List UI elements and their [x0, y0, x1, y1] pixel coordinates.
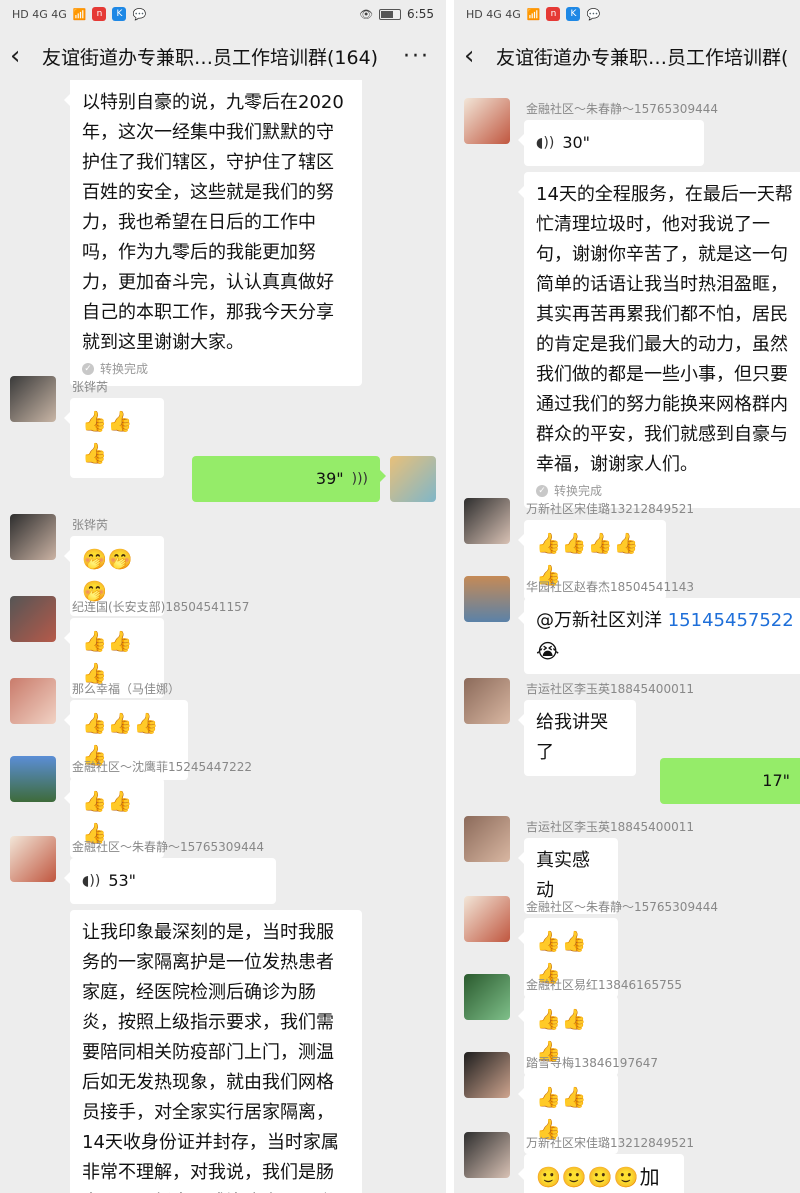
avatar[interactable]: [10, 596, 56, 642]
back-arrow-icon[interactable]: ‹: [10, 41, 36, 71]
sender-name: 万新社区宋佳璐13212849521: [526, 1136, 694, 1150]
screenshot-panels: HD 4G 4G 📶 n K 💬 👁 6:55 ‹ 友谊街道办专兼职…员工作培训…: [0, 0, 800, 1193]
voice-transcript-bubble[interactable]: 14天的全程服务，在最后一天帮忙清理垃圾时，他对我说了一句，谢谢你辛苦了，就是这…: [518, 172, 800, 508]
back-arrow-icon[interactable]: ‹: [464, 41, 490, 71]
sender-name: 纪连国(长安支部)18504541157: [72, 600, 250, 614]
message-bubble[interactable]: @万新社区刘洋 15145457522 😭: [518, 598, 800, 674]
message-bubble[interactable]: 🙂🙂🙂🙂加油: [518, 1154, 684, 1193]
transcript-text: 14天的全程服务，在最后一天帮忙清理垃圾时，他对我说了一句，谢谢你辛苦了，就是这…: [536, 184, 793, 475]
avatar[interactable]: [464, 98, 510, 144]
transcript-text: 以特别自豪的说，九零后在2020年，这次一经集中我们默默的守护住了我们辖区，守护…: [82, 92, 344, 353]
message-bubble[interactable]: 给我讲哭了: [518, 700, 636, 776]
conversion-status: ✓ 转换完成: [82, 360, 350, 378]
sender-name: 张铧芮: [72, 518, 109, 532]
chat-header: ‹ 友谊街道办专兼职…员工作培训群(164): [454, 28, 800, 84]
sender-name: 金融社区～朱春静～15765309444: [526, 900, 718, 914]
wifi-icon: 📶: [526, 7, 541, 21]
avatar[interactable]: [10, 678, 56, 724]
conversion-status: ✓ 转换完成: [536, 482, 800, 500]
sender-name: 踏雪寻梅13846197647: [526, 1056, 658, 1070]
avatar[interactable]: [464, 1052, 510, 1098]
voice-icon: ◖)): [536, 135, 555, 151]
avatar[interactable]: [464, 678, 510, 724]
network-icon: HD 4G 4G: [12, 7, 67, 21]
avatar[interactable]: [390, 456, 436, 502]
voice-transcript-bubble[interactable]: 以特别自豪的说，九零后在2020年，这次一经集中我们默默的守护住了我们辖区，守护…: [64, 80, 362, 386]
eye-icon: 👁: [359, 7, 374, 21]
sender-name: 吉运社区李玉英18845400011: [526, 820, 694, 834]
app-notification-icon: n: [92, 7, 107, 21]
self-voice-bubble[interactable]: 17": [660, 758, 800, 804]
more-options-icon[interactable]: ···: [403, 44, 436, 69]
check-icon: ✓: [82, 363, 94, 375]
sender-name: 金融社区～沈鹰菲15245447222: [72, 760, 252, 774]
chat-title: 友谊街道办专兼职…员工作培训群(164): [42, 46, 379, 69]
right-chat-panel: HD 4G 4G 📶 n K 💬 ‹ 友谊街道办专兼职…员工作培训群(164) …: [454, 0, 800, 1193]
avatar[interactable]: [10, 756, 56, 802]
sender-name: 万新社区宋佳璐13212849521: [526, 502, 694, 516]
avatar[interactable]: [464, 576, 510, 622]
sender-name: 金融社区～朱春静～15765309444: [526, 102, 718, 116]
chat-title: 友谊街道办专兼职…员工作培训群(164): [496, 46, 790, 69]
app-notification-icon: K: [566, 7, 581, 21]
app-notification-icon: K: [112, 7, 127, 21]
panel-divider: [446, 0, 454, 1193]
wifi-icon: 📶: [72, 7, 87, 21]
left-chat-panel: HD 4G 4G 📶 n K 💬 👁 6:55 ‹ 友谊街道办专兼职…员工作培训…: [0, 0, 446, 1193]
status-bar: HD 4G 4G 📶 n K 💬 👁 6:55: [0, 0, 446, 28]
voice-bubble[interactable]: ◖)) 30": [518, 120, 704, 166]
sender-name: 张铧芮: [72, 380, 109, 394]
sender-name: 金融社区～朱春静～15765309444: [72, 840, 264, 854]
sender-name: 吉运社区李玉英18845400011: [526, 682, 694, 696]
voice-icon: ◖)): [82, 873, 101, 889]
sender-name: 那么幸福（马佳娜）: [72, 682, 181, 696]
avatar[interactable]: [10, 836, 56, 882]
check-icon: ✓: [536, 485, 548, 497]
voice-icon: ))): [351, 471, 368, 487]
phone-link[interactable]: 15145457522: [668, 610, 794, 631]
clock-time: 6:55: [407, 7, 434, 21]
chat-header: ‹ 友谊街道办专兼职…员工作培训群(164) ···: [0, 28, 446, 84]
voice-bubble[interactable]: ◖)) 53": [64, 858, 276, 904]
network-icon: HD 4G 4G: [466, 7, 521, 21]
sender-name: 华园社区赵春杰18504541143: [526, 580, 694, 594]
avatar[interactable]: [10, 514, 56, 560]
avatar[interactable]: [464, 896, 510, 942]
app-notification-icon: n: [546, 7, 561, 21]
sender-name: 金融社区易红13846165755: [526, 978, 682, 992]
wechat-icon: 💬: [586, 7, 601, 21]
message-bubble[interactable]: 👍👍👍: [64, 398, 164, 478]
transcript-text: 让我印象最深刻的是，当时我服务的一家隔离护是一位发热患者家庭，经医院检测后确诊为…: [82, 922, 339, 1193]
avatar[interactable]: [464, 1132, 510, 1178]
avatar[interactable]: [464, 498, 510, 544]
self-voice-bubble[interactable]: 39"))): [192, 456, 386, 502]
wechat-icon: 💬: [132, 7, 147, 21]
battery-icon: [379, 8, 402, 20]
avatar[interactable]: [10, 376, 56, 422]
voice-transcript-bubble[interactable]: 让我印象最深刻的是，当时我服务的一家隔离护是一位发热患者家庭，经医院检测后确诊为…: [70, 910, 362, 1193]
avatar[interactable]: [464, 974, 510, 1020]
status-bar: HD 4G 4G 📶 n K 💬: [454, 0, 800, 28]
avatar[interactable]: [464, 816, 510, 862]
